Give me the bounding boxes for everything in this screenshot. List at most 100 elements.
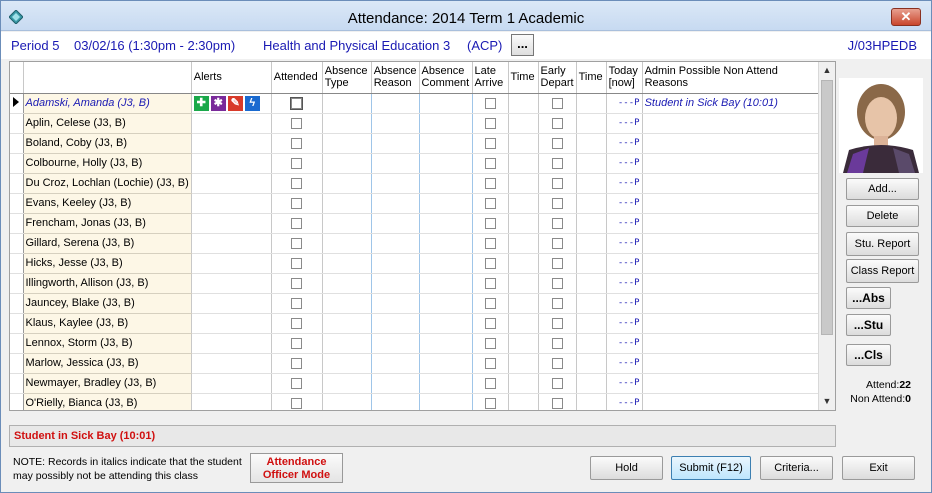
- attended-cell[interactable]: [271, 133, 323, 154]
- late-time-cell[interactable]: [508, 253, 539, 274]
- student-lookup-button[interactable]: ...Stu: [846, 314, 891, 336]
- late-time-cell[interactable]: [508, 353, 539, 374]
- late-arrive-checkbox[interactable]: [484, 337, 496, 349]
- late-time-cell[interactable]: [508, 213, 539, 234]
- early-time-cell[interactable]: [576, 393, 607, 410]
- admin-reasons-column-header[interactable]: Admin Possible Non Attend Reasons: [642, 62, 823, 94]
- bolt-icon[interactable]: ϟ: [244, 95, 260, 111]
- early-depart-cell[interactable]: [538, 133, 577, 154]
- absence-type-cell[interactable]: [322, 153, 372, 174]
- absence-reason-cell[interactable]: [371, 373, 420, 394]
- attended-cell[interactable]: [271, 173, 323, 194]
- late-arrive-cell[interactable]: [472, 313, 509, 334]
- late-arrive-cell[interactable]: [472, 373, 509, 394]
- late-arrive-cell[interactable]: [472, 393, 509, 410]
- absence-reason-cell[interactable]: [371, 333, 420, 354]
- attendance-officer-mode-button[interactable]: Attendance Officer Mode: [250, 453, 343, 483]
- absence-reason-cell[interactable]: [371, 273, 420, 294]
- attended-cell[interactable]: [271, 253, 323, 274]
- row-selector[interactable]: [10, 233, 24, 254]
- table-row[interactable]: Adamski, Amanda (J3, B) ✚ ✱ ✎ ϟ ---P Student i…: [10, 93, 823, 114]
- early-time-cell[interactable]: [576, 153, 607, 174]
- early-depart-checkbox[interactable]: [551, 297, 563, 309]
- attended-cell[interactable]: [271, 193, 323, 214]
- late-time-cell[interactable]: [508, 193, 539, 214]
- attended-checkbox[interactable]: [291, 357, 303, 369]
- absence-reason-cell[interactable]: [371, 93, 420, 114]
- attended-cell[interactable]: [271, 333, 323, 354]
- late-time-cell[interactable]: [508, 233, 539, 254]
- row-selector[interactable]: [10, 93, 24, 114]
- attended-checkbox[interactable]: [291, 177, 303, 189]
- absences-button[interactable]: ...Abs: [846, 287, 891, 309]
- scroll-down-icon[interactable]: ▼: [819, 393, 835, 410]
- absence-type-cell[interactable]: [322, 213, 372, 234]
- late-arrive-checkbox[interactable]: [484, 197, 496, 209]
- table-row[interactable]: Boland, Coby (J3, B) ---P: [10, 133, 823, 154]
- class-lookup-button[interactable]: ...Cls: [846, 344, 891, 366]
- criteria-button[interactable]: Criteria...: [760, 456, 833, 480]
- absence-type-cell[interactable]: [322, 313, 372, 334]
- early-time-cell[interactable]: [576, 373, 607, 394]
- student-name[interactable]: Aplin, Celese (J3, B): [23, 113, 192, 134]
- early-time-cell[interactable]: [576, 273, 607, 294]
- absence-type-cell[interactable]: [322, 133, 372, 154]
- absence-comment-cell[interactable]: [419, 153, 473, 174]
- late-arrive-checkbox[interactable]: [484, 317, 496, 329]
- table-row[interactable]: Colbourne, Holly (J3, B) ---P: [10, 153, 823, 174]
- late-arrive-cell[interactable]: [472, 113, 509, 134]
- row-selector[interactable]: [10, 253, 24, 274]
- absence-comment-cell[interactable]: [419, 313, 473, 334]
- absence-comment-column-header[interactable]: Absence Comment: [419, 62, 473, 94]
- attended-checkbox[interactable]: [291, 317, 303, 329]
- early-depart-checkbox[interactable]: [551, 217, 563, 229]
- early-depart-cell[interactable]: [538, 393, 577, 410]
- early-time-cell[interactable]: [576, 253, 607, 274]
- absence-comment-cell[interactable]: [419, 213, 473, 234]
- early-time-cell[interactable]: [576, 133, 607, 154]
- late-time-cell[interactable]: [508, 393, 539, 410]
- student-name[interactable]: Du Croz, Lochlan (Lochie) (J3, B): [23, 173, 192, 194]
- absence-reason-cell[interactable]: [371, 233, 420, 254]
- late-arrive-cell[interactable]: [472, 233, 509, 254]
- table-row[interactable]: Klaus, Kaylee (J3, B) ---P: [10, 313, 823, 334]
- exit-button[interactable]: Exit: [842, 456, 915, 480]
- late-arrive-checkbox[interactable]: [484, 257, 496, 269]
- absence-type-cell[interactable]: [322, 233, 372, 254]
- late-time-cell[interactable]: [508, 173, 539, 194]
- late-arrive-checkbox[interactable]: [484, 357, 496, 369]
- early-depart-cell[interactable]: [538, 213, 577, 234]
- attended-cell[interactable]: [271, 273, 323, 294]
- late-time-cell[interactable]: [508, 293, 539, 314]
- table-row[interactable]: Frencham, Jonas (J3, B) ---P: [10, 213, 823, 234]
- student-report-button[interactable]: Stu. Report: [846, 232, 919, 256]
- attended-cell[interactable]: [271, 353, 323, 374]
- absence-comment-cell[interactable]: [419, 293, 473, 314]
- late-time-cell[interactable]: [508, 373, 539, 394]
- student-name[interactable]: Evans, Keeley (J3, B): [23, 193, 192, 214]
- early-time-cell[interactable]: [576, 113, 607, 134]
- absence-reason-cell[interactable]: [371, 213, 420, 234]
- absence-comment-cell[interactable]: [419, 333, 473, 354]
- absence-type-cell[interactable]: [322, 353, 372, 374]
- row-selector[interactable]: [10, 213, 24, 234]
- alerts-column-header[interactable]: Alerts: [191, 62, 272, 94]
- late-arrive-cell[interactable]: [472, 93, 509, 114]
- student-name[interactable]: Newmayer, Bradley (J3, B): [23, 373, 192, 394]
- early-depart-checkbox[interactable]: [551, 397, 563, 409]
- attended-checkbox[interactable]: [291, 337, 303, 349]
- absence-reason-cell[interactable]: [371, 293, 420, 314]
- attended-checkbox[interactable]: [291, 257, 303, 269]
- attended-cell[interactable]: [271, 153, 323, 174]
- student-name[interactable]: Marlow, Jessica (J3, B): [23, 353, 192, 374]
- early-depart-cell[interactable]: [538, 233, 577, 254]
- table-row[interactable]: Aplin, Celese (J3, B) ---P: [10, 113, 823, 134]
- close-button[interactable]: ✕: [891, 8, 921, 26]
- late-arrive-cell[interactable]: [472, 333, 509, 354]
- attended-checkbox[interactable]: [291, 97, 303, 109]
- late-arrive-cell[interactable]: [472, 253, 509, 274]
- absence-type-cell[interactable]: [322, 113, 372, 134]
- absence-comment-cell[interactable]: [419, 233, 473, 254]
- late-arrive-column-header[interactable]: Late Arrive: [472, 62, 509, 94]
- late-arrive-cell[interactable]: [472, 133, 509, 154]
